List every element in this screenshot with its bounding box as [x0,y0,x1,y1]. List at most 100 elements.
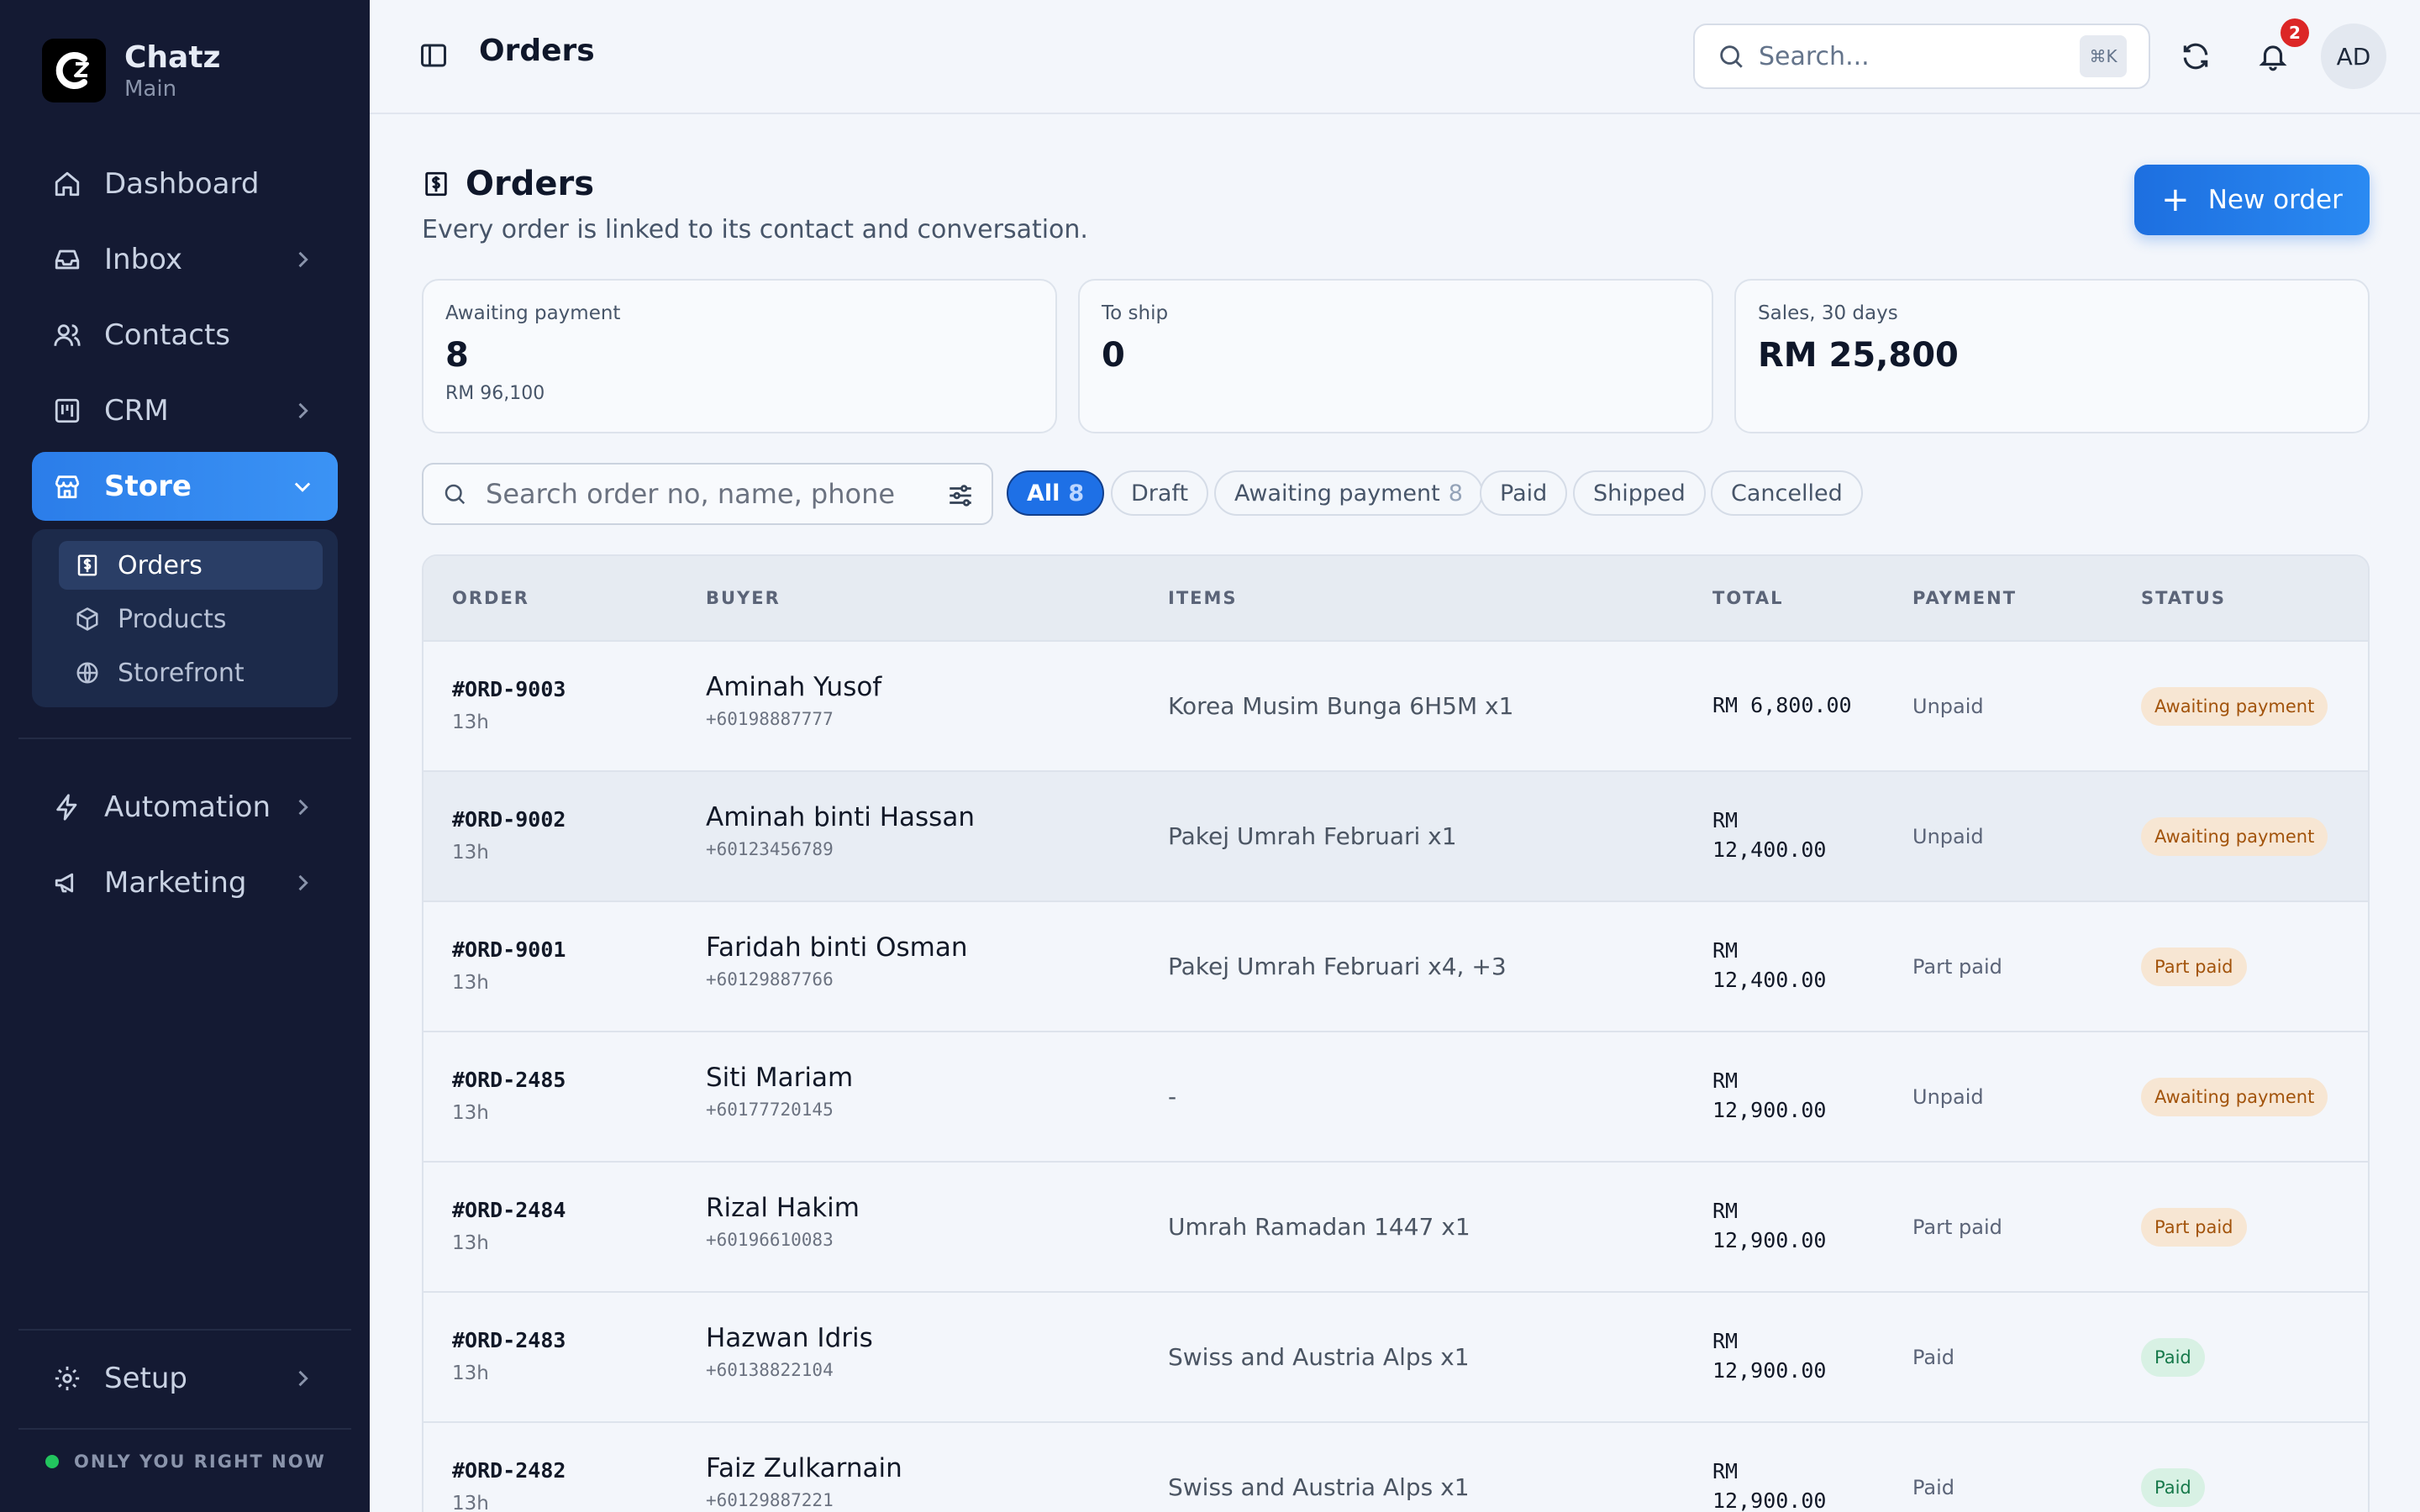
filter-chip-awaiting-payment[interactable]: Awaiting payment 8 [1214,470,1483,516]
sidebar-item-marketing[interactable]: Marketing [32,848,338,917]
order-number[interactable]: #ORD-9001 [452,937,566,962]
sidebar-item-label: Dashboard [104,167,260,201]
order-cell: #ORD-9003 13h [452,677,566,733]
users-icon [52,320,82,350]
total-line2: 12,900.00 [1712,1098,1827,1122]
column-header-order[interactable]: ORDER [452,588,529,608]
table-row[interactable]: #ORD-2482 13h Faiz Zulkarnain +601298872… [424,1423,2368,1512]
sidebar-item-contacts[interactable]: Contacts [32,301,338,370]
table-row[interactable]: #ORD-2485 13h Siti Mariam +60177720145 -… [424,1032,2368,1163]
order-cell: #ORD-2483 13h [452,1328,566,1384]
buyer-name[interactable]: Faridah binti Osman [706,932,967,963]
buyer-cell: Aminah binti Hassan +60123456789 [706,802,975,859]
total-line1: RM [1712,808,1739,832]
buyer-cell: Aminah Yusof +60198887777 [706,672,881,729]
buyer-cell: Faiz Zulkarnain +60129887221 [706,1453,902,1510]
order-number[interactable]: #ORD-9002 [452,807,566,832]
table-row[interactable]: #ORD-2483 13h Hazwan Idris +60138822104 … [424,1293,2368,1423]
globe-icon [74,659,101,686]
sidebar-item-inbox[interactable]: Inbox [32,225,338,294]
sub-item-label: Products [118,604,227,634]
items-cell: - [1168,1083,1177,1110]
buyer-name[interactable]: Hazwan Idris [706,1323,873,1353]
sidebar-item-label: Contacts [104,318,230,352]
total-line1: RM [1712,938,1739,963]
search-icon [1720,45,1743,68]
buyer-name[interactable]: Rizal Hakim [706,1193,860,1223]
buyer-name[interactable]: Siti Mariam [706,1063,853,1093]
filter-chip-all[interactable]: All 8 [1007,470,1105,516]
presence-indicator: ONLY YOU RIGHT NOW [45,1452,326,1472]
sidebar-item-label: Setup [104,1362,187,1395]
new-order-button[interactable]: + New order [2134,165,2370,235]
chevron-right-icon [298,251,308,268]
order-number[interactable]: #ORD-2484 [452,1198,566,1222]
inbox-icon [52,244,82,275]
brand[interactable]: Chatz Main [42,39,221,102]
filter-chip-cancelled[interactable]: Cancelled [1711,470,1863,516]
total-cell: RM 12,900.00 [1712,1326,1826,1385]
table-row[interactable]: #ORD-2484 13h Rizal Hakim +60196610083 U… [424,1163,2368,1293]
order-number[interactable]: #ORD-2483 [452,1328,566,1352]
total-cell: RM 6,800.00 [1712,690,1852,720]
stat-label: Sales, 30 days [1758,302,1898,324]
sidebar-item-storefront[interactable]: Storefront [59,648,323,697]
chevron-right-icon [298,1370,308,1387]
total-line2: 12,900.00 [1712,1488,1827,1512]
refresh-button[interactable] [2178,39,2213,74]
sidebar-item-automation[interactable]: Automation [32,773,338,842]
filter-chip-shipped[interactable]: Shipped [1573,470,1706,516]
table-row[interactable]: #ORD-9001 13h Faridah binti Osman +60129… [424,902,2368,1032]
order-number[interactable]: #ORD-2485 [452,1068,566,1092]
store-icon [52,471,82,501]
store-submenu: Orders Products Storefront [32,529,338,707]
order-search-input[interactable]: Search order no, name, phone [422,463,993,525]
buyer-name[interactable]: Aminah Yusof [706,672,881,702]
sidebar-item-setup[interactable]: Setup [32,1344,338,1413]
order-age: 13h [452,1102,489,1124]
column-header-items[interactable]: ITEMS [1168,588,1238,608]
filter-sliders-icon[interactable] [946,481,975,510]
buyer-phone: +60198887777 [706,709,834,729]
total-cell: RM 12,900.00 [1712,1196,1826,1255]
total-line1: RM [1712,1329,1739,1353]
stat-value: 8 [445,336,469,375]
column-header-status[interactable]: STATUS [2141,588,2226,608]
global-search-input[interactable]: Search... ⌘K [1693,24,2150,89]
order-age: 13h [452,842,489,864]
table-row[interactable]: #ORD-9003 13h Aminah Yusof +60198887777 … [424,642,2368,772]
buyer-phone: +60123456789 [706,839,834,859]
total-line2: 12,900.00 [1712,1358,1827,1383]
order-age: 13h [452,711,489,733]
sidebar-item-crm[interactable]: CRM [32,376,338,445]
page-title: Orders [479,34,595,68]
workspace-name: Main [124,76,177,102]
table-row[interactable]: #ORD-9002 13h Aminah binti Hassan +60123… [424,772,2368,902]
order-age: 13h [452,1493,489,1512]
column-header-buyer[interactable]: BUYER [706,588,781,608]
search-placeholder: Search... [1759,41,1870,71]
sidebar-item-store[interactable]: Store [32,452,338,521]
column-header-payment[interactable]: PAYMENT [1912,588,2017,608]
sidebar-item-dashboard[interactable]: Dashboard [32,150,338,218]
avatar[interactable]: AD [2321,24,2386,89]
filter-chip-draft[interactable]: Draft [1111,470,1209,516]
buyer-name[interactable]: Aminah binti Hassan [706,802,975,832]
sidebar-toggle-icon[interactable] [418,40,449,71]
order-cell: #ORD-2482 13h [452,1458,566,1512]
buyer-name[interactable]: Faiz Zulkarnain [706,1453,902,1483]
sidebar-item-orders[interactable]: Orders [59,541,323,590]
order-number[interactable]: #ORD-2482 [452,1458,566,1483]
order-age: 13h [452,972,489,994]
order-number[interactable]: #ORD-9003 [452,677,566,701]
buyer-phone: +60138822104 [706,1360,834,1380]
filter-chip-paid[interactable]: Paid [1480,470,1568,516]
chevron-down-icon [294,482,311,492]
sidebar-item-products[interactable]: Products [59,595,323,643]
bolt-icon [52,792,82,822]
column-header-total[interactable]: TOTAL [1712,588,1784,608]
kanban-icon [52,396,82,426]
new-order-label: New order [2207,185,2343,215]
items-cell: Swiss and Austria Alps x1 [1168,1343,1470,1371]
total-line1: RM 6,800.00 [1712,693,1852,717]
